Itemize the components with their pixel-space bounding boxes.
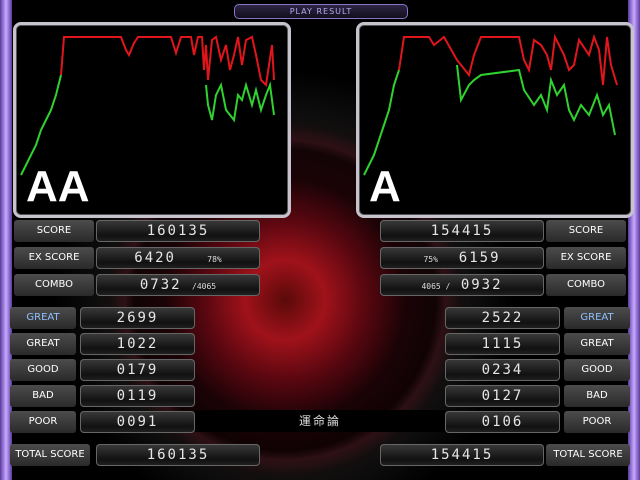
p2-poor-value: 0106 xyxy=(445,411,560,433)
p1-ex-score-label: EX SCORE xyxy=(14,247,94,269)
p2-combo-label: COMBO xyxy=(546,274,626,296)
p2-ex-score-box: 75% 6159 xyxy=(380,247,544,269)
left-frame-border xyxy=(0,0,12,480)
p2-score-label: SCORE xyxy=(546,220,626,242)
p2-good-label: GOOD xyxy=(564,359,630,381)
page-title: PLAY RESULT xyxy=(234,4,408,19)
p1-bad-value: 0119 xyxy=(80,385,195,407)
p2-ex-score-label: EX SCORE xyxy=(546,247,626,269)
p2-great-top-value: 2522 xyxy=(445,307,560,329)
p1-combo-label: COMBO xyxy=(14,274,94,296)
p1-combo-value: 0732 xyxy=(139,277,182,293)
p2-gauge-graph: A xyxy=(356,22,634,218)
p1-good-label: GOOD xyxy=(10,359,76,381)
p1-total-score-value: 160135 xyxy=(96,444,260,466)
p2-ex-score-value: 6159 xyxy=(458,250,501,266)
p1-great-top-value: 2699 xyxy=(80,307,195,329)
p2-great-value: 1115 xyxy=(445,333,560,355)
p1-ex-score-value: 6420 xyxy=(134,250,176,266)
p2-grade: A xyxy=(369,162,401,211)
p1-good-value: 0179 xyxy=(80,359,195,381)
p1-bad-label: BAD xyxy=(10,385,76,407)
p1-poor-value: 0091 xyxy=(80,411,195,433)
p2-great-label: GREAT xyxy=(564,333,630,355)
p2-total-score-label: TOTAL SCORE xyxy=(546,444,630,466)
p1-grade: AA xyxy=(26,162,90,211)
p1-gauge-graph: AA xyxy=(13,22,291,218)
p1-great-label: GREAT xyxy=(10,333,76,355)
p2-combo-value: 0932 xyxy=(460,277,503,293)
p1-score-value: 160135 xyxy=(96,220,260,242)
p2-poor-label: POOR xyxy=(564,411,630,433)
p1-great-value: 1022 xyxy=(80,333,195,355)
p2-combo-total: 4065 / xyxy=(421,282,451,291)
p1-poor-label: POOR xyxy=(10,411,76,433)
p2-score-value: 154415 xyxy=(380,220,544,242)
p2-great-top-label: GREAT xyxy=(564,307,630,329)
p2-bad-value: 0127 xyxy=(445,385,560,407)
p2-total-score-value: 154415 xyxy=(380,444,544,466)
p1-great-top-label: GREAT xyxy=(10,307,76,329)
p2-ex-percent: 75% xyxy=(423,255,438,264)
p1-score-label: SCORE xyxy=(14,220,94,242)
p1-total-score-label: TOTAL SCORE xyxy=(10,444,90,466)
song-title: 運命論 xyxy=(195,410,445,432)
p1-combo-box: 0732 /4065 xyxy=(96,274,260,296)
p1-ex-percent: 78% xyxy=(207,255,222,264)
p2-combo-box: 4065 / 0932 xyxy=(380,274,544,296)
p2-bad-label: BAD xyxy=(564,385,630,407)
p2-good-value: 0234 xyxy=(445,359,560,381)
p1-combo-total: /4065 xyxy=(192,282,217,291)
p1-ex-score-box: 6420 78% xyxy=(96,247,260,269)
